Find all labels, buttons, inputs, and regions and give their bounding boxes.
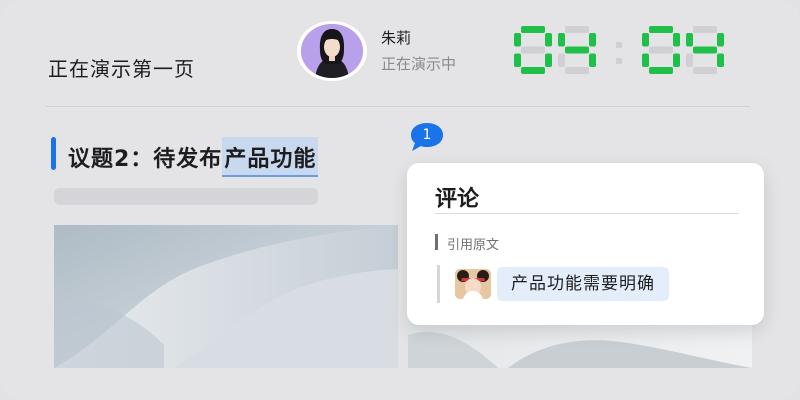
clock-digit-2-seg-c [673, 53, 680, 67]
clock-digit-0-seg-a [521, 26, 545, 33]
clock-digit-0-seg-g [521, 46, 545, 54]
presenter-name: 朱莉 [381, 29, 412, 47]
quote-label: 引用原文 [447, 238, 500, 253]
comment-panel-title: 评论 [435, 187, 480, 212]
comment-panel: 评论 引用原文 产品功能需要明确 [407, 163, 764, 325]
clock-digit-3-seg-g [693, 46, 717, 54]
clock-digit-1-seg-a [565, 26, 589, 33]
clock-colon-dot-0 [616, 42, 622, 48]
commenter-avatar[interactable] [455, 269, 491, 299]
presenter-status: 正在演示中 [381, 55, 457, 73]
presenting-page-title: 正在演示第一页 [48, 57, 195, 81]
agenda-accent-bar [51, 137, 56, 170]
clock-digit-2-seg-a [649, 26, 673, 33]
clock-digit-1-seg-d [565, 67, 589, 74]
presentation-window: 正在演示第一页 朱莉 正在演示中 议题2：待发布 产品功能 1 评论 引用原文 … [0, 0, 800, 400]
clock-digit-0-seg-f [514, 33, 521, 47]
clock-digit-3-seg-b [717, 33, 724, 47]
clock-digit-0-seg-c [545, 53, 552, 67]
clock-digit-1-seg-c [589, 53, 596, 67]
clock-digit-0-seg-e [514, 53, 521, 67]
clock-digit-3-seg-d [693, 67, 717, 74]
presenter-avatar[interactable] [297, 21, 367, 81]
text-placeholder [54, 188, 318, 205]
clock-colon-dot-1 [616, 58, 622, 64]
comment-bubble[interactable]: 产品功能需要明确 [497, 267, 669, 301]
clock-digit-3-seg-c [717, 53, 724, 67]
comment-count: 1 [422, 127, 432, 143]
clock-digit-3-seg-e [686, 53, 693, 67]
header-divider [46, 106, 750, 107]
clock-digit-2-seg-b [673, 33, 680, 47]
clock-digit-1-seg-b [589, 33, 596, 47]
comment-thread-line [437, 265, 440, 303]
quote-indicator [435, 234, 438, 250]
clock-digit-2-seg-f [642, 33, 649, 47]
clock-digit-2-seg-e [642, 53, 649, 67]
presenter-avatar-image [301, 24, 363, 78]
clock-digit-2-seg-d [649, 67, 673, 74]
clock-digit-3-seg-f [686, 33, 693, 47]
presentation-timer [512, 22, 732, 78]
agenda-heading: 议题2：待发布 产品功能 [68, 137, 319, 177]
clock-digit-1-seg-e [558, 53, 565, 67]
comment-panel-divider [435, 213, 739, 214]
clock-digit-3-seg-a [693, 26, 717, 33]
agenda-heading-prefix: 议题2：待发布 [68, 147, 223, 172]
clock-digit-0-seg-d [521, 67, 545, 74]
slide-image-left [54, 225, 398, 368]
clock-digit-2-seg-g [649, 46, 673, 54]
clock-digit-0-seg-b [545, 33, 552, 47]
clock-digit-1-seg-g [565, 46, 589, 54]
clock-digit-1-seg-f [558, 33, 565, 47]
highlighted-text[interactable]: 产品功能 [222, 137, 319, 177]
